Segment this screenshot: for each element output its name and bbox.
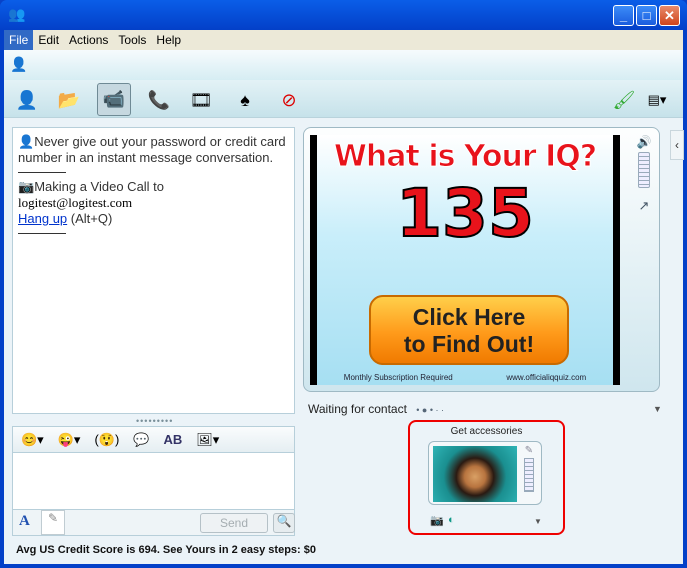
ad-footer-left: Monthly Subscription Required (343, 373, 453, 382)
collapse-sidebar-button[interactable]: ‹ (670, 130, 684, 160)
hang-up-link[interactable]: Hang up (18, 211, 67, 226)
volume-control: 🔊 ↗ (633, 135, 655, 220)
handwriting-tab-icon[interactable]: ✎ (41, 510, 65, 535)
emoticon-icon[interactable]: 😊▾ (21, 432, 44, 448)
close-button[interactable]: ✕ (659, 5, 680, 26)
toolbar: 👤 📂 📹 📞 🎞 ♠ ⊘ 🖌 ▤▾ (4, 80, 683, 118)
logitech-icon[interactable]: ◐ (448, 514, 455, 526)
background-brush-icon[interactable]: 🖌 (611, 87, 637, 113)
wink-icon[interactable]: 😜▾ (58, 432, 81, 448)
video-call-icon[interactable]: 📹 (97, 83, 131, 116)
send-button[interactable]: Send (200, 513, 268, 533)
maximize-button[interactable]: □ (636, 5, 657, 26)
font-tab-icon[interactable]: A (19, 513, 30, 530)
ad-button[interactable]: Click Here to Find Out! (369, 295, 569, 365)
menu-file[interactable]: File (4, 30, 34, 50)
menu-actions[interactable]: Actions (64, 30, 113, 50)
status-ad-text[interactable]: Avg US Credit Score is 694. See Yours in… (16, 544, 316, 556)
voice-clip-icon[interactable]: 💬 (133, 432, 149, 448)
send-files-icon[interactable]: 📂 (56, 87, 82, 113)
mic-volume-control[interactable]: ✎ (520, 445, 538, 501)
menu-tools[interactable]: Tools (113, 30, 151, 50)
font-icon[interactable]: AB (163, 432, 182, 447)
divider (18, 172, 66, 173)
menu-help[interactable]: Help (151, 30, 186, 50)
activities-icon[interactable]: 🎞 (188, 87, 214, 113)
ad-footer-url: www.officialiqquiz.com (506, 373, 587, 382)
menu-edit[interactable]: Edit (33, 30, 64, 50)
contact-bar: 👤 (4, 50, 683, 80)
accessories-box: Get accessories ✎ 📷 ◐ ▼ (408, 420, 565, 535)
contact-email: logitest@logitest.com (18, 195, 133, 210)
menu-bar: File Edit Actions Tools Help (4, 30, 683, 50)
messenger-window: 👥 _ □ ✕ File Edit Actions Tools Help 👤 👤… (0, 0, 687, 568)
splitter-handle[interactable]: ••••••••• (136, 416, 173, 426)
voice-call-icon[interactable]: 📞 (146, 87, 172, 113)
get-accessories-link[interactable]: Get accessories (410, 426, 563, 437)
block-contact-icon[interactable]: ⊘ (276, 87, 302, 113)
security-warning: 👤Never give out your password or credit … (18, 134, 286, 165)
background-icon[interactable]: 🖼▾ (196, 432, 219, 448)
nudge-icon[interactable]: (😲) (94, 432, 119, 448)
display-options-icon[interactable]: ▤▾ (644, 87, 670, 113)
speaker-icon[interactable]: 🔊 (633, 135, 655, 149)
video-status: Waiting for contact • ● • · · (308, 402, 445, 416)
ad-title: What is Your IQ? (333, 139, 597, 175)
video-options-dropdown[interactable]: ▼ (653, 404, 662, 414)
search-button[interactable]: 🔍 (273, 513, 295, 533)
compose-controls: A ✎ Send 🔍 (12, 510, 295, 536)
minimize-button[interactable]: _ (613, 5, 634, 26)
ad-button-line2: to Find Out! (403, 331, 535, 357)
hang-up-shortcut: (Alt+Q) (70, 211, 113, 226)
popout-icon[interactable]: ↗ (633, 198, 655, 214)
contact-status-icon: 👤 (10, 56, 28, 72)
volume-slider[interactable] (638, 152, 650, 188)
client-area: File Edit Actions Tools Help 👤 👤 📂 📹 📞 🎞… (4, 30, 684, 564)
messenger-logo-icon: 👥 (8, 6, 26, 22)
microphone-icon[interactable]: ✎ (520, 445, 538, 456)
invite-contact-icon[interactable]: 👤 (14, 87, 40, 113)
webcam-image (433, 446, 517, 502)
message-input[interactable] (12, 453, 295, 510)
conversation-history: 👤Never give out your password or credit … (12, 127, 295, 414)
divider (18, 233, 66, 234)
advertisement[interactable]: What is Your IQ? 135 Click Here to Find … (310, 135, 620, 385)
ad-number: 135 (395, 174, 535, 253)
accessories-dropdown[interactable]: ▼ (534, 517, 542, 526)
my-webcam-preview: ✎ (428, 441, 542, 505)
format-toolbar: 😊▾ 😜▾ (😲) 💬 AB 🖼▾ (12, 426, 295, 453)
video-call-notice: 📷Making a Video Call to (18, 179, 165, 194)
webcam-icon: 📷 (18, 179, 35, 194)
contact-icon: 👤 (18, 134, 35, 149)
mic-slider[interactable] (524, 458, 534, 492)
games-icon[interactable]: ♠ (232, 87, 258, 113)
webcam-settings-icon[interactable]: 📷 (430, 514, 444, 527)
ad-button-line1: Click Here (412, 304, 526, 330)
